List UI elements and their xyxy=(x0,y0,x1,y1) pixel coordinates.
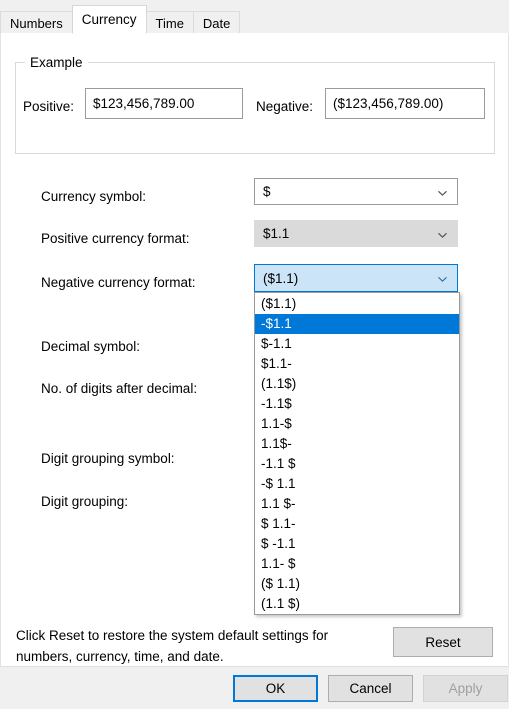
list-item[interactable]: ($ 1.1) xyxy=(255,574,459,594)
list-item[interactable]: (1.1 $) xyxy=(255,594,459,614)
tab-date[interactable]: Date xyxy=(192,11,241,34)
cancel-button[interactable]: Cancel xyxy=(328,675,413,702)
currency-symbol-label: Currency symbol: xyxy=(41,189,147,204)
example-group-legend: Example xyxy=(25,55,88,70)
chevron-down-icon xyxy=(437,228,448,239)
tab-time[interactable]: Time xyxy=(145,11,194,34)
dialog-button-bar: OK Cancel Apply xyxy=(0,666,509,709)
positive-currency-format-combobox[interactable]: $1.1 xyxy=(254,220,458,247)
ok-button[interactable]: OK xyxy=(233,675,318,702)
tab-strip: Numbers Currency Time Date xyxy=(0,0,509,34)
list-item[interactable]: $-1.1 xyxy=(255,334,459,354)
negative-currency-format-label: Negative currency format: xyxy=(41,275,196,290)
positive-example-label: Positive: xyxy=(23,99,75,114)
tab-currency-label: Currency xyxy=(81,12,137,27)
ok-button-label: OK xyxy=(265,681,286,696)
negative-example-value: ($123,456,789.00) xyxy=(325,88,485,119)
tab-numbers-label: Numbers xyxy=(10,16,63,31)
tab-date-label: Date xyxy=(202,16,231,31)
negative-currency-format-value: ($1.1) xyxy=(263,270,299,286)
apply-button: Apply xyxy=(423,675,508,702)
digit-grouping-symbol-label: Digit grouping symbol: xyxy=(41,451,175,466)
positive-currency-format-value: $1.1 xyxy=(263,226,290,241)
tab-time-label: Time xyxy=(155,16,184,31)
list-item[interactable]: (1.1$) xyxy=(255,374,459,394)
decimal-symbol-label: Decimal symbol: xyxy=(41,339,141,354)
tab-currency[interactable]: Currency xyxy=(71,5,147,34)
reset-button[interactable]: Reset xyxy=(393,627,493,657)
list-item[interactable]: -1.1$ xyxy=(255,394,459,414)
digits-after-decimal-label: No. of digits after decimal: xyxy=(41,381,198,396)
tab-list: Numbers Currency Time Date xyxy=(0,5,241,34)
negative-currency-format-combobox[interactable]: ($1.1) xyxy=(254,264,458,292)
currency-symbol-combobox[interactable]: $ xyxy=(254,178,458,205)
list-item[interactable]: 1.1$- xyxy=(255,434,459,454)
list-item[interactable]: -1.1 $ xyxy=(255,454,459,474)
chevron-down-icon xyxy=(437,273,448,284)
positive-currency-format-label: Positive currency format: xyxy=(41,231,190,246)
list-item[interactable]: $1.1- xyxy=(255,354,459,374)
reset-button-label: Reset xyxy=(425,634,461,650)
reset-description-line1: Click Reset to restore the system defaul… xyxy=(16,628,329,643)
positive-example-value: $123,456,789.00 xyxy=(85,88,243,119)
list-item[interactable]: 1.1-$ xyxy=(255,414,459,434)
negative-example-label: Negative: xyxy=(256,99,314,114)
list-item[interactable]: 1.1 $- xyxy=(255,494,459,514)
reset-description-line2: numbers, currency, time, and date. xyxy=(16,649,224,664)
list-item[interactable]: ($1.1) xyxy=(255,294,459,314)
list-item[interactable]: -$ 1.1 xyxy=(255,474,459,494)
list-item[interactable]: $ -1.1 xyxy=(255,534,459,554)
cancel-button-label: Cancel xyxy=(349,681,392,696)
digit-grouping-label: Digit grouping: xyxy=(41,494,129,509)
currency-symbol-value: $ xyxy=(263,184,271,199)
chevron-down-icon xyxy=(437,186,448,197)
list-item[interactable]: -$1.1 xyxy=(255,314,459,334)
negative-currency-format-dropdown-list[interactable]: ($1.1) -$1.1 $-1.1 $1.1- (1.1$) -1.1$ 1.… xyxy=(254,292,460,615)
list-item[interactable]: 1.1- $ xyxy=(255,554,459,574)
tab-numbers[interactable]: Numbers xyxy=(0,11,73,34)
currency-settings-panel: Example Positive: $123,456,789.00 Negati… xyxy=(0,33,509,666)
list-item[interactable]: $ 1.1- xyxy=(255,514,459,534)
apply-button-label: Apply xyxy=(448,681,483,696)
reset-description: Click Reset to restore the system defaul… xyxy=(16,625,376,667)
